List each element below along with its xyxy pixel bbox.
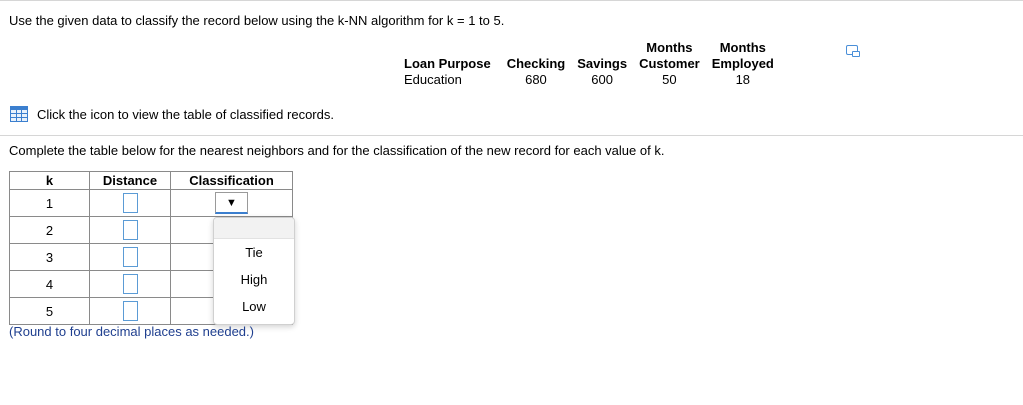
record-header-months-customer: Customer bbox=[639, 56, 700, 71]
record-header-savings: Savings bbox=[577, 56, 628, 71]
distance-input-k2[interactable] bbox=[122, 220, 138, 240]
nn-header-row: k Distance Classification bbox=[9, 171, 293, 190]
section-divider bbox=[0, 135, 1023, 136]
nn-header-distance: Distance bbox=[89, 171, 171, 190]
record-header-months-customer-top: Months bbox=[646, 40, 693, 55]
record-value-months-employed: 18 bbox=[735, 72, 751, 87]
classified-records-link: Click the icon to view the table of clas… bbox=[10, 106, 334, 122]
dropdown-option-high[interactable]: High bbox=[214, 272, 294, 288]
dropdown-blank-option[interactable] bbox=[214, 218, 294, 239]
record-values-row: Education 680 600 50 18 bbox=[396, 72, 780, 88]
copy-icon[interactable] bbox=[846, 45, 860, 57]
record-header-checking-top bbox=[501, 40, 572, 56]
table-row: 1 ▼ bbox=[9, 189, 293, 217]
record-header-months-employed-top: Months bbox=[719, 40, 766, 55]
nn-k-cell: 2 bbox=[9, 216, 90, 244]
dropdown-arrow-icon: ▼ bbox=[226, 196, 237, 209]
nn-k-cell: 4 bbox=[9, 270, 90, 298]
table-icon[interactable] bbox=[10, 106, 28, 122]
nn-header-k: k bbox=[9, 171, 90, 190]
record-value-loan-purpose: Education bbox=[404, 72, 462, 87]
record-value-savings: 600 bbox=[591, 72, 613, 87]
record-header-row-1: Months Months bbox=[396, 40, 780, 56]
nn-k-cell: 3 bbox=[9, 243, 90, 271]
dropdown-option-tie[interactable]: Tie bbox=[214, 245, 294, 261]
nn-header-classification: Classification bbox=[170, 171, 293, 190]
classified-records-link-text: Click the icon to view the table of clas… bbox=[37, 106, 334, 122]
distance-input-k3[interactable] bbox=[122, 247, 138, 267]
instruction-text: Complete the table below for the nearest… bbox=[9, 143, 665, 158]
distance-input-k4[interactable] bbox=[122, 274, 138, 294]
rounding-note: (Round to four decimal places as needed.… bbox=[9, 324, 254, 339]
distance-input-k5[interactable] bbox=[122, 301, 138, 321]
record-value-checking: 680 bbox=[525, 72, 547, 87]
question-text: Use the given data to classify the recor… bbox=[9, 13, 505, 28]
record-header-months-employed: Employed bbox=[711, 56, 774, 71]
record-header-savings-top bbox=[571, 40, 633, 56]
record-header-loan-purpose: Loan Purpose bbox=[404, 56, 491, 71]
record-header-loan-purpose-top bbox=[396, 40, 501, 56]
new-record-table: Months Months Loan Purpose Checking Savi… bbox=[396, 40, 780, 88]
distance-input-k1[interactable] bbox=[122, 193, 138, 213]
record-header-checking: Checking bbox=[506, 56, 566, 71]
classification-dropdown-menu: Tie High Low bbox=[213, 217, 295, 325]
nn-k-cell: 5 bbox=[9, 297, 90, 325]
record-value-months-customer: 50 bbox=[662, 72, 677, 87]
record-header-row-2: Loan Purpose Checking Savings Customer E… bbox=[396, 56, 780, 72]
nn-k-cell: 1 bbox=[9, 189, 90, 217]
top-divider bbox=[0, 0, 1023, 1]
classification-select-k1[interactable]: ▼ bbox=[215, 192, 248, 214]
dropdown-option-low[interactable]: Low bbox=[214, 299, 294, 315]
